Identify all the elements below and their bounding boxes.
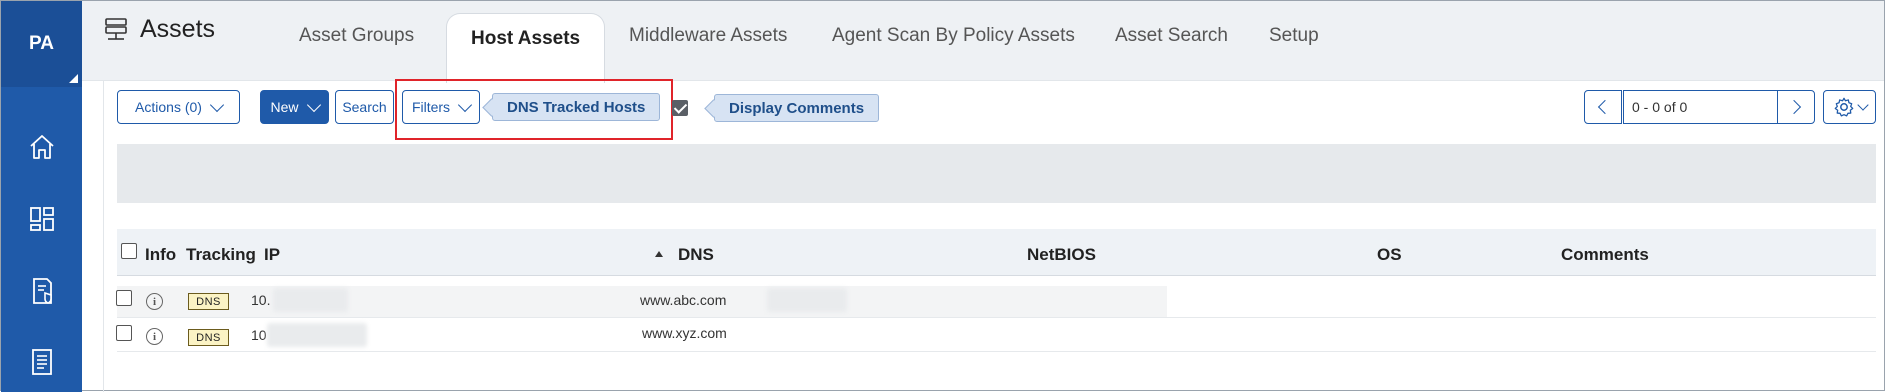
pager-range-field[interactable]: 0 - 0 of 0 [1623,90,1781,124]
home-icon[interactable] [27,132,57,162]
tab-asset-search[interactable]: Asset Search [1115,25,1228,47]
column-header-comments[interactable]: Comments [1561,245,1649,265]
policy-report-icon[interactable] [27,276,57,306]
info-icon[interactable]: i [146,328,163,345]
search-button[interactable]: Search [335,90,394,124]
document-icon[interactable] [27,347,57,377]
table-row[interactable] [117,284,1876,318]
chevron-right-icon [1786,99,1802,115]
annotation-highlight-box [395,79,673,140]
ip-cell: 10. [251,292,271,308]
new-label: New [270,99,299,115]
tab-host-assets[interactable]: Host Assets [446,13,606,83]
column-header-os[interactable]: OS [1377,245,1402,265]
actions-label: Actions (0) [135,99,202,115]
tab-asset-groups[interactable]: Asset Groups [299,25,414,47]
dns-tracking-badge: DNS [188,293,229,310]
row-checkbox[interactable] [116,325,132,341]
pager-range-text: 0 - 0 of 0 [1632,99,1688,115]
column-header-ip[interactable]: IP [264,245,280,265]
actions-dropdown[interactable]: Actions (0) [117,90,240,124]
row-checkbox[interactable] [116,290,132,306]
pager-next-button[interactable] [1777,90,1815,124]
tab-middleware-assets[interactable]: Middleware Assets [629,25,787,47]
display-comments-label: Display Comments [714,94,880,122]
tab-setup[interactable]: Setup [1269,25,1319,47]
redacted-value [767,288,847,312]
tab-agent-scan-by-policy-assets[interactable]: Agent Scan By Policy Assets [832,25,1075,47]
select-all-checkbox[interactable] [121,243,137,259]
column-header-dns[interactable]: DNS [678,245,714,265]
search-label: Search [342,99,387,115]
column-header-tracking[interactable]: Tracking [186,245,256,265]
redacted-ip [267,323,367,347]
info-icon[interactable]: i [146,293,163,310]
display-comments-checkbox[interactable] [672,100,688,116]
user-avatar[interactable]: PA [1,1,82,87]
redacted-ip [273,288,348,312]
filter-summary-band [117,144,1876,203]
dns-cell: www.abc.com [640,292,727,308]
dns-cell: www.xyz.com [642,325,727,341]
column-header-netbios[interactable]: NetBIOS [1027,245,1096,265]
assets-icon [105,17,127,40]
pager-prev-button[interactable] [1584,90,1622,124]
column-header-info[interactable]: Info [145,245,176,265]
avatar-corner-marker [69,74,78,83]
new-button[interactable]: New [260,90,329,124]
gear-icon [1834,97,1853,117]
ip-cell: 10 [251,327,267,343]
app-header: Assets Asset Groups Host Assets Middlewa… [82,1,1884,83]
table-row[interactable] [117,318,1876,352]
chevron-down-icon [1856,98,1869,111]
dns-tracking-badge: DNS [188,329,229,346]
page-title: Assets [140,15,216,43]
dashboard-icon[interactable] [27,204,57,234]
settings-dropdown[interactable] [1823,90,1876,124]
sort-ascending-icon [655,251,663,257]
chevron-down-icon [209,97,225,112]
chevron-left-icon [1597,99,1613,115]
content-frame-edge [103,81,104,392]
display-comments-text: Display Comments [729,99,865,117]
chevron-down-icon [306,97,321,112]
left-nav-rail: PA [1,1,82,392]
avatar-initials: PA [29,33,54,54]
app-title: Assets [102,15,215,44]
